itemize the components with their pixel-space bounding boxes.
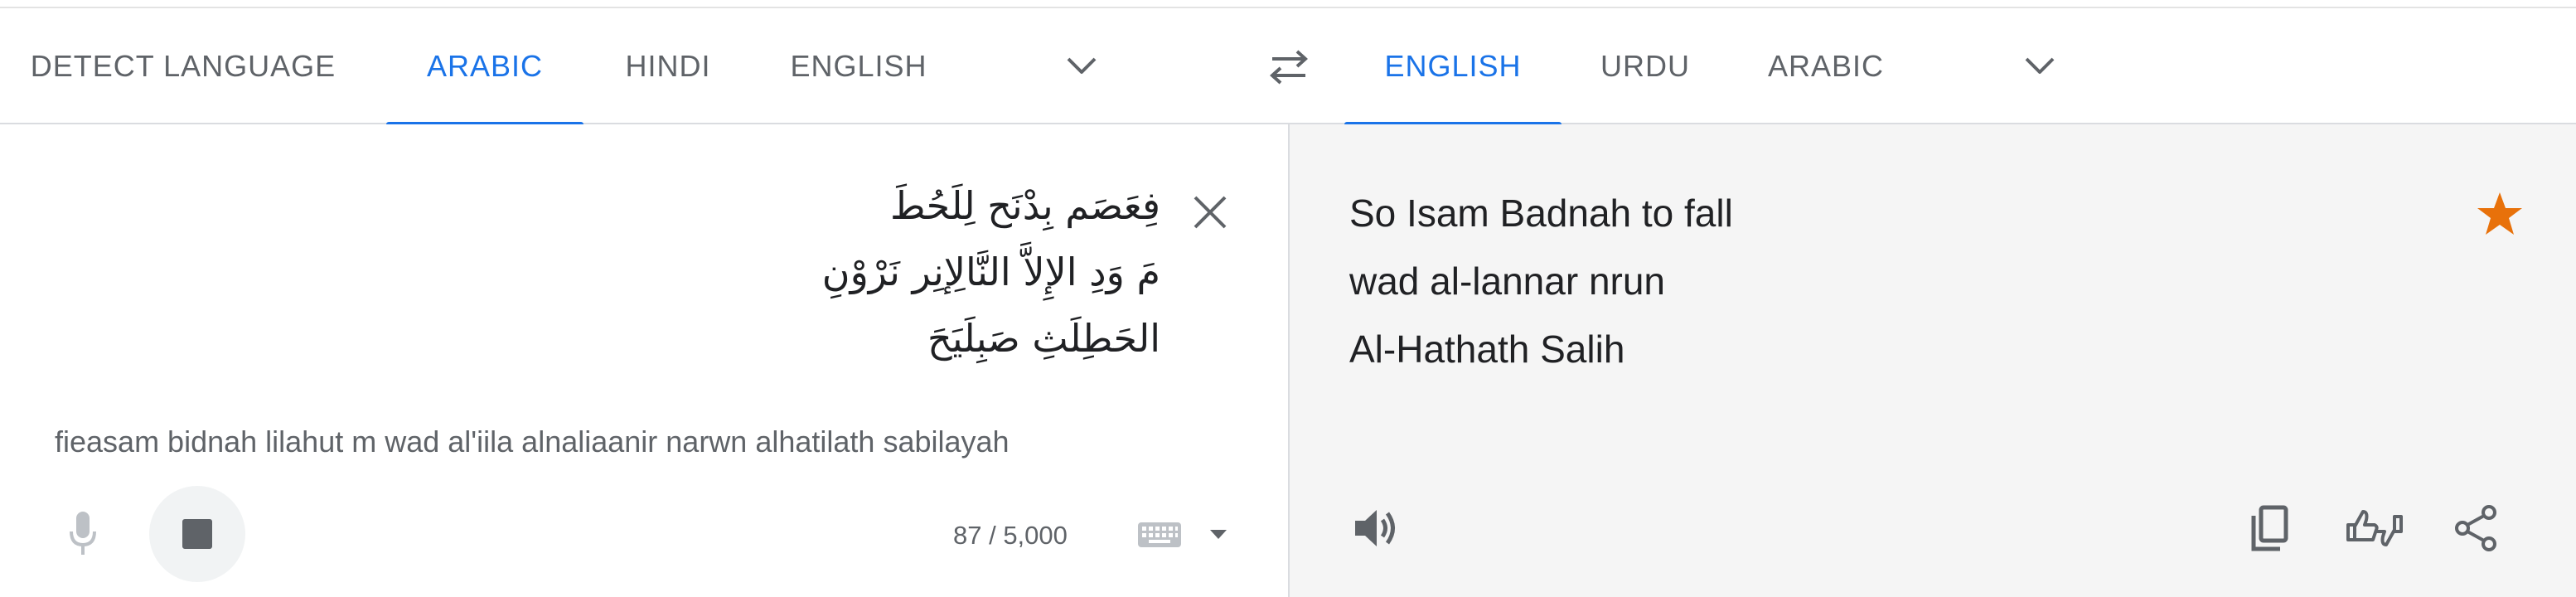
- translation-line: So Isam Badnah to fall: [1349, 192, 1733, 235]
- tab-label: ARABIC: [1767, 49, 1885, 83]
- clear-text-button[interactable]: [1185, 187, 1235, 237]
- source-line: مَ وَدِ الإِلاَّ النَّالِإنِر نَرْوْنِ: [821, 250, 1160, 294]
- tab-label: ARABIC: [426, 49, 544, 83]
- translation-line: Al-Hathath Salih: [1349, 328, 1625, 371]
- chevron-down-icon: [2025, 57, 2055, 74]
- top-border: [0, 0, 2576, 8]
- share-translation-button[interactable]: [2447, 499, 2505, 557]
- tab-source-arabic[interactable]: ARABIC: [386, 8, 583, 126]
- translation-panel: So Isam Badnah to fall wad al-lannar nru…: [1288, 124, 2576, 597]
- tab-target-english[interactable]: ENGLISH: [1344, 8, 1562, 126]
- copy-translation-button[interactable]: [2239, 499, 2298, 557]
- translation-text: So Isam Badnah to fall wad al-lannar nru…: [1349, 179, 1733, 383]
- input-tools-menu-button[interactable]: [1203, 522, 1233, 547]
- swap-languages-button[interactable]: [1260, 38, 1318, 96]
- mic-icon: [70, 512, 96, 555]
- character-count: 87 / 5,000: [953, 521, 1068, 550]
- language-bar: DETECT LANGUAGE ARABIC HINDI ENGLISH ENG…: [0, 8, 2576, 126]
- source-line: فِعَصَم بِدْنَح لِلَحُطَ: [890, 183, 1160, 228]
- tab-source-english[interactable]: ENGLISH: [763, 8, 955, 124]
- speaker-icon: [1355, 510, 1395, 546]
- tab-target-arabic[interactable]: ARABIC: [1749, 8, 1903, 124]
- swap-icon: [1270, 50, 1308, 85]
- source-text-input[interactable]: فِعَصَم بِدْنَح لِلَحُطَ مَ وَدِ الإِلاَ…: [746, 172, 1160, 371]
- keyboard-button[interactable]: [1134, 517, 1185, 552]
- source-transliteration: fieasam bidnah lilahut m wad al'iila aln…: [55, 425, 1010, 459]
- tab-label: DETECT LANGUAGE: [30, 49, 337, 83]
- source-line: الحَطِلَثِ صَبِلَيَحَ: [927, 316, 1160, 361]
- tab-label: URDU: [1600, 49, 1690, 83]
- close-icon: [1194, 196, 1227, 229]
- tab-target-urdu[interactable]: URDU: [1583, 8, 1707, 124]
- listen-translation-button[interactable]: [1344, 499, 1407, 557]
- source-panel: فِعَصَم بِدْنَح لِلَحُطَ مَ وَدِ الإِلاَ…: [0, 124, 1288, 597]
- tab-label: ENGLISH: [1384, 49, 1522, 83]
- feedback-icon: [2346, 510, 2403, 546]
- keyboard-icon: [1138, 522, 1181, 547]
- tab-label: ENGLISH: [790, 49, 927, 83]
- tab-label: HINDI: [625, 49, 711, 83]
- tab-source-detect-language[interactable]: DETECT LANGUAGE: [17, 8, 350, 124]
- rate-translation-button[interactable]: [2342, 499, 2407, 557]
- target-language-menu-button[interactable]: [2011, 41, 2069, 91]
- share-icon: [2455, 505, 2496, 551]
- source-language-menu-button[interactable]: [1053, 41, 1111, 91]
- chevron-down-icon: [1067, 57, 1097, 74]
- tab-source-hindi[interactable]: HINDI: [597, 8, 739, 124]
- stop-icon: [182, 519, 212, 549]
- microphone-button[interactable]: [58, 502, 108, 565]
- stop-listening-button[interactable]: [149, 486, 245, 582]
- caret-down-icon: [1210, 530, 1227, 539]
- save-translation-button[interactable]: [2470, 184, 2530, 244]
- copy-icon: [2251, 505, 2288, 551]
- translation-line: wad al-lannar nrun: [1349, 260, 1666, 303]
- star-icon: [2477, 192, 2522, 235]
